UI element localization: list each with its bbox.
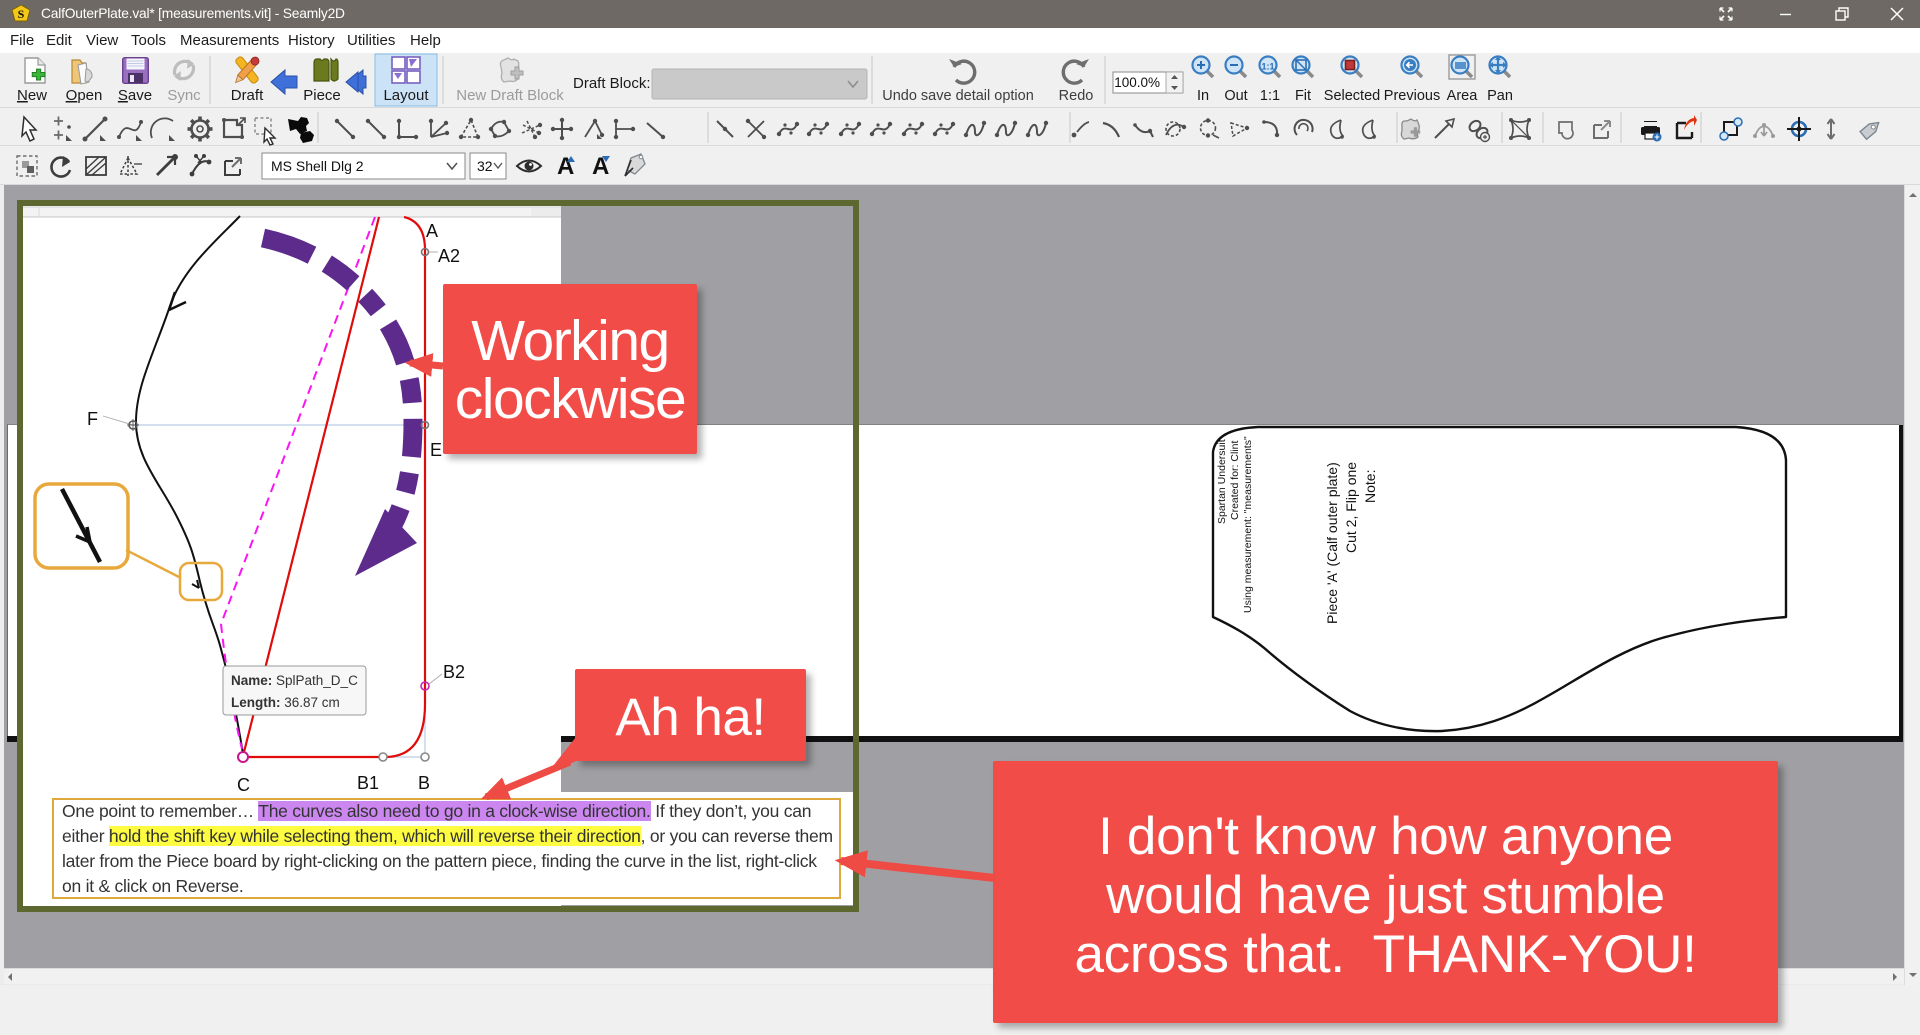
svg-text:Sync: Sync	[167, 87, 201, 104]
svg-text:A: A	[557, 153, 574, 180]
svg-text:Area: Area	[1447, 88, 1479, 104]
svg-text:Undo save detail option: Undo save detail option	[882, 88, 1034, 104]
svg-text:B2: B2	[443, 662, 465, 682]
svg-text:Open: Open	[66, 87, 103, 104]
svg-text:Piece: Piece	[303, 87, 341, 104]
svg-text:S: S	[18, 7, 25, 21]
svg-text:Selected: Selected	[1324, 88, 1380, 104]
svg-text:32: 32	[477, 158, 493, 174]
svg-text:1:1: 1:1	[1261, 62, 1274, 72]
svg-text:B1: B1	[357, 773, 379, 793]
svg-text:Created for: Clint: Created for: Clint	[1229, 441, 1241, 520]
svg-text:Spartan Undersuit: Spartan Undersuit	[1216, 439, 1228, 524]
svg-text:Redo: Redo	[1059, 88, 1094, 104]
svg-text:F: F	[87, 409, 98, 429]
svg-text:Using measurement: "measuremen: Using measurement: "measurements"	[1242, 436, 1254, 613]
svg-text:Out: Out	[1224, 88, 1247, 104]
svg-text:Piece 'A' (Calf outer plate): Piece 'A' (Calf outer plate)	[1324, 462, 1340, 624]
svg-text:B: B	[418, 773, 430, 793]
svg-text:Previous: Previous	[1384, 88, 1440, 104]
svg-text:Layout: Layout	[383, 87, 429, 104]
svg-text:A2: A2	[438, 246, 460, 266]
svg-text:Length: 36.87 cm: Length: 36.87 cm	[231, 695, 340, 710]
svg-text:New Draft Block: New Draft Block	[456, 87, 564, 104]
svg-text:Pan: Pan	[1487, 88, 1513, 104]
svg-text:Draft Block:: Draft Block:	[573, 75, 651, 92]
svg-text:Note:: Note:	[1362, 470, 1378, 503]
svg-text:Fit: Fit	[1295, 88, 1311, 104]
svg-text:Name: SplPath_D_C: Name: SplPath_D_C	[231, 673, 358, 688]
svg-text:Cut 2, Flip one: Cut 2, Flip one	[1343, 462, 1359, 553]
svg-text:In: In	[1197, 88, 1209, 104]
svg-text:Draft: Draft	[231, 87, 264, 104]
svg-text:100.0%: 100.0%	[1114, 75, 1160, 90]
svg-text:E: E	[430, 440, 442, 460]
svg-text:MS Shell Dlg 2: MS Shell Dlg 2	[271, 158, 364, 174]
svg-text:1:1: 1:1	[1260, 88, 1280, 104]
svg-text:A: A	[426, 221, 438, 241]
svg-text:Save: Save	[118, 87, 152, 104]
svg-text:New: New	[17, 87, 47, 104]
